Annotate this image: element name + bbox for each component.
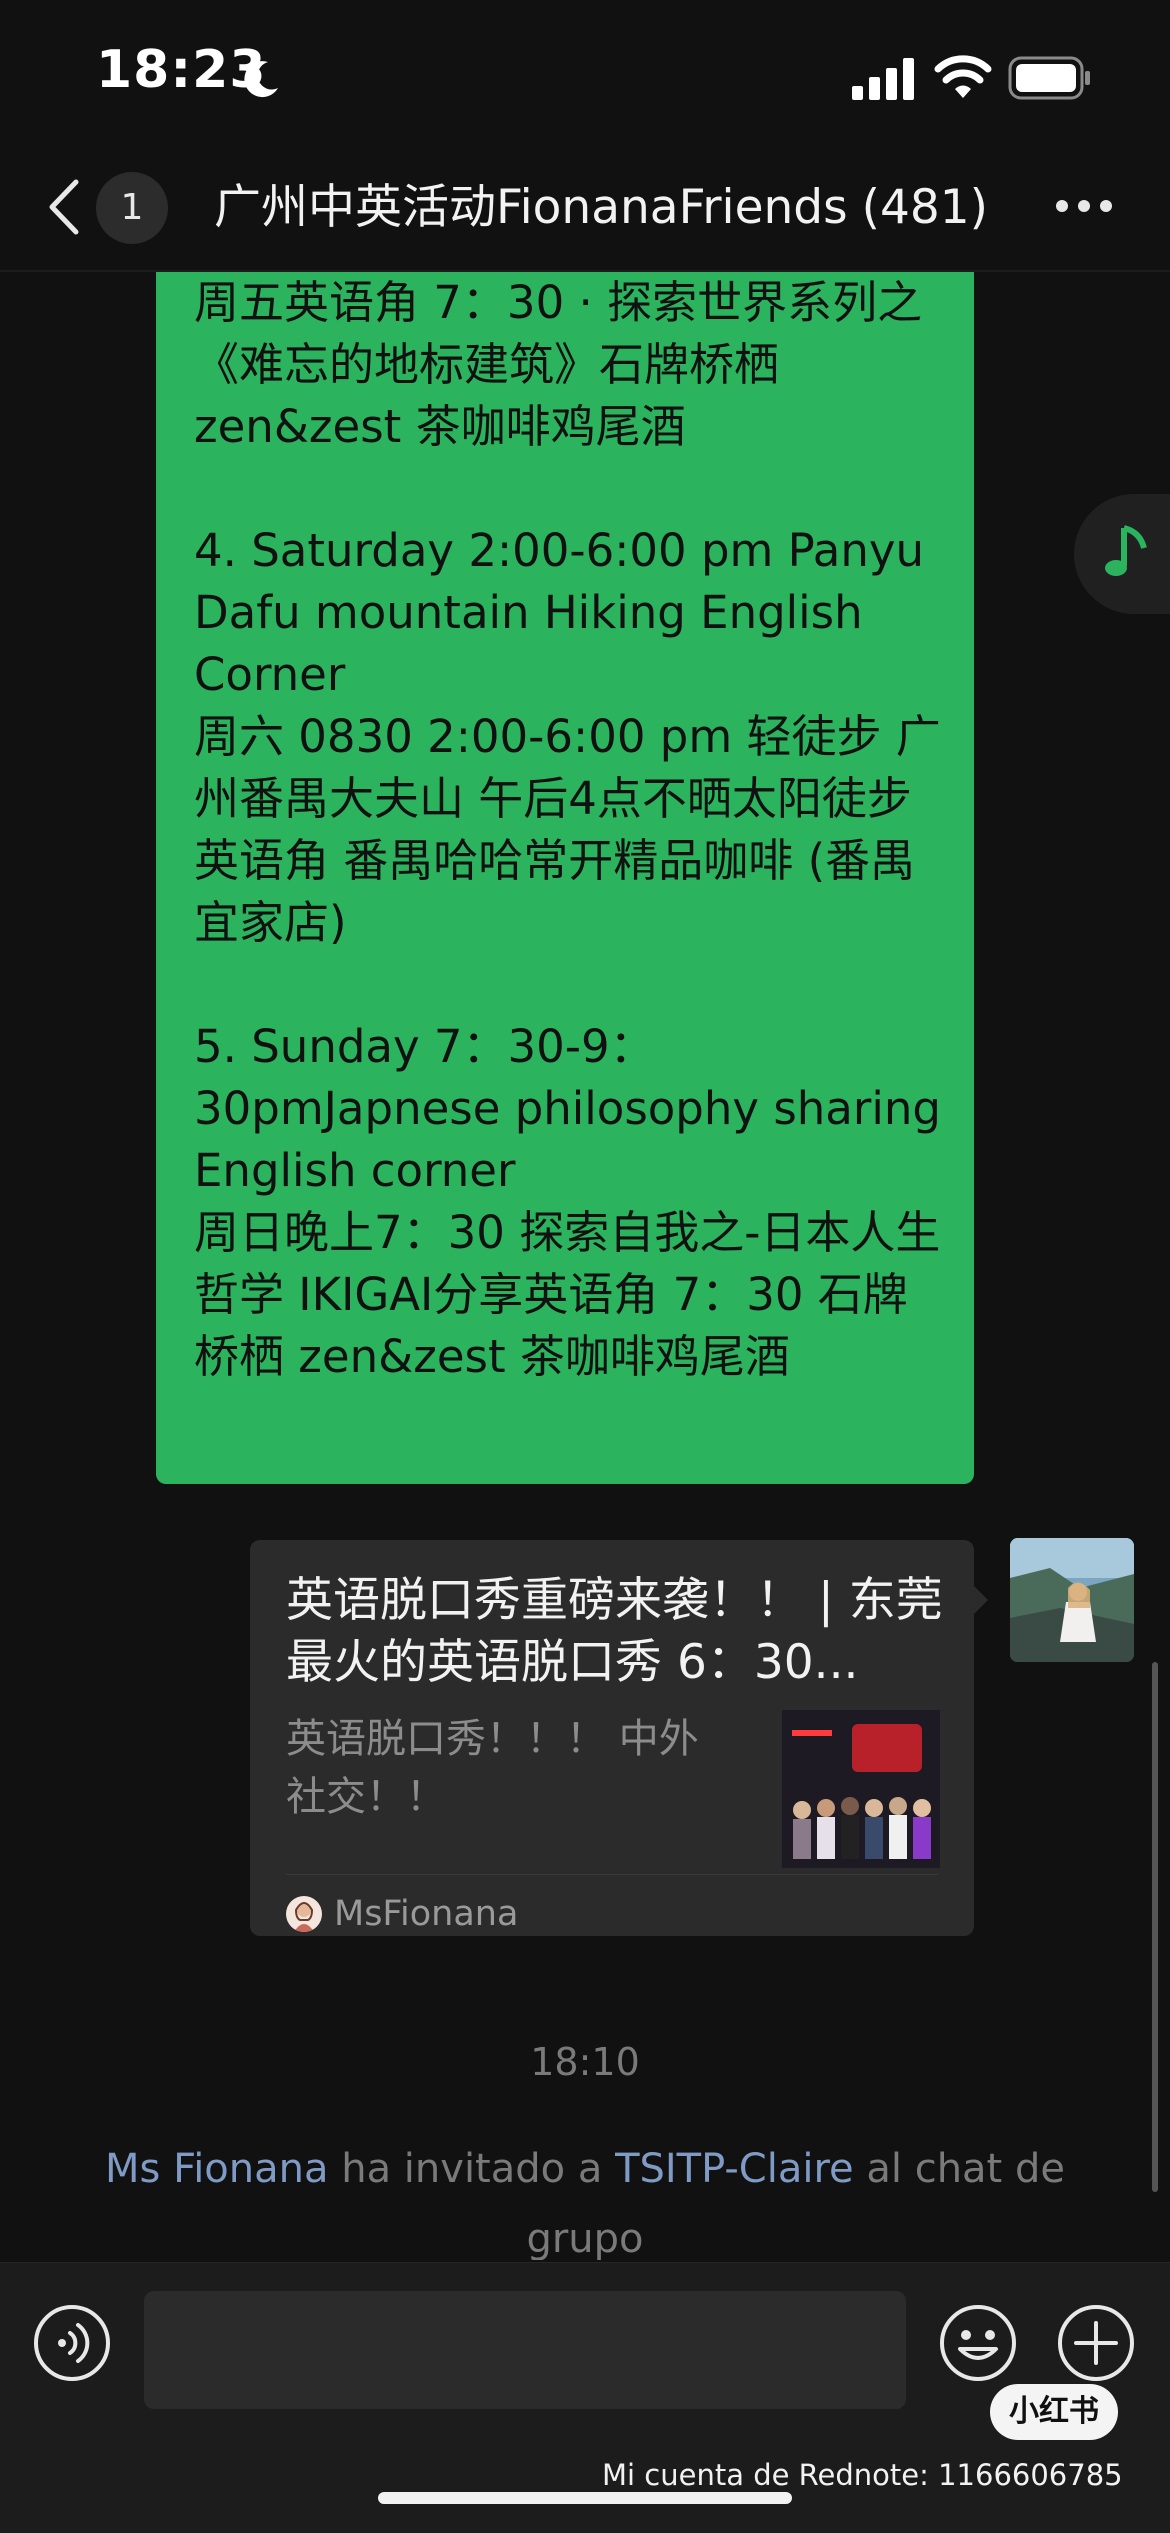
chat-header: 1 广州中英活动FionanaFriends (481) — [0, 150, 1170, 272]
shared-link-card[interactable]: 英语脱口秀重磅来袭！！ | 东莞最火的英语脱口秀 6：30... 英语脱口秀！！… — [250, 1540, 988, 1936]
chat-title[interactable]: 广州中英活动FionanaFriends (481) — [214, 176, 994, 240]
invitee-link[interactable]: TSITP-Claire — [615, 2146, 854, 2192]
message-list[interactable]: 周五英语角 7：30 · 探索世界系列之《难忘的地标建筑》石牌桥栖 zen&ze… — [0, 272, 1170, 2260]
voice-icon[interactable] — [32, 2303, 112, 2383]
rednote-logo: 小红书 — [990, 2384, 1118, 2440]
inviter-link[interactable]: Ms Fionana — [105, 2146, 328, 2192]
link-card-divider — [286, 1874, 938, 1875]
group-name: 广州中英活动FionanaFriends — [214, 180, 848, 235]
source-avatar-icon — [286, 1896, 322, 1932]
watermark-account: Mi cuenta de Rednote: 1166606785 — [602, 2458, 1123, 2492]
link-card-title: 英语脱口秀重磅来袭！！ | 东莞最火的英语脱口秀 6：30... — [286, 1573, 943, 1690]
moon-icon — [244, 61, 278, 98]
music-note-icon — [1105, 525, 1147, 576]
member-count: (481) — [861, 180, 989, 235]
scroll-indicator[interactable] — [1152, 1662, 1158, 2192]
link-card-source: MsFionana — [334, 1894, 519, 1934]
wifi-icon — [934, 55, 992, 98]
home-indicator[interactable] — [378, 2492, 792, 2504]
link-card-thumbnail — [782, 1710, 940, 1868]
floating-music-button[interactable] — [1074, 494, 1170, 614]
emoji-icon[interactable] — [938, 2303, 1018, 2383]
signal-icon — [852, 58, 914, 100]
back-icon[interactable] — [44, 176, 84, 238]
status-bar: 18:23 — [0, 0, 1170, 150]
message-input[interactable] — [144, 2291, 906, 2409]
time-divider: 18:10 — [530, 2040, 640, 2084]
sender-avatar[interactable] — [1010, 1538, 1134, 1662]
plus-icon[interactable] — [1056, 2303, 1136, 2383]
unread-count-badge[interactable]: 1 — [96, 172, 168, 244]
stage-photo-image — [782, 1710, 940, 1868]
link-card-description: 英语脱口秀！！！ 中外社交！！ — [286, 1716, 699, 1820]
more-icon[interactable] — [1054, 196, 1114, 216]
system-message: Ms Fionana ha invitado a TSITP-Claire al… — [100, 2134, 1070, 2260]
event-message-bubble[interactable]: 周五英语角 7：30 · 探索世界系列之《难忘的地标建筑》石牌桥栖 zen&ze… — [156, 272, 974, 1484]
battery-icon — [1008, 56, 1090, 100]
system-message-text-1: ha invitado a — [328, 2146, 616, 2192]
